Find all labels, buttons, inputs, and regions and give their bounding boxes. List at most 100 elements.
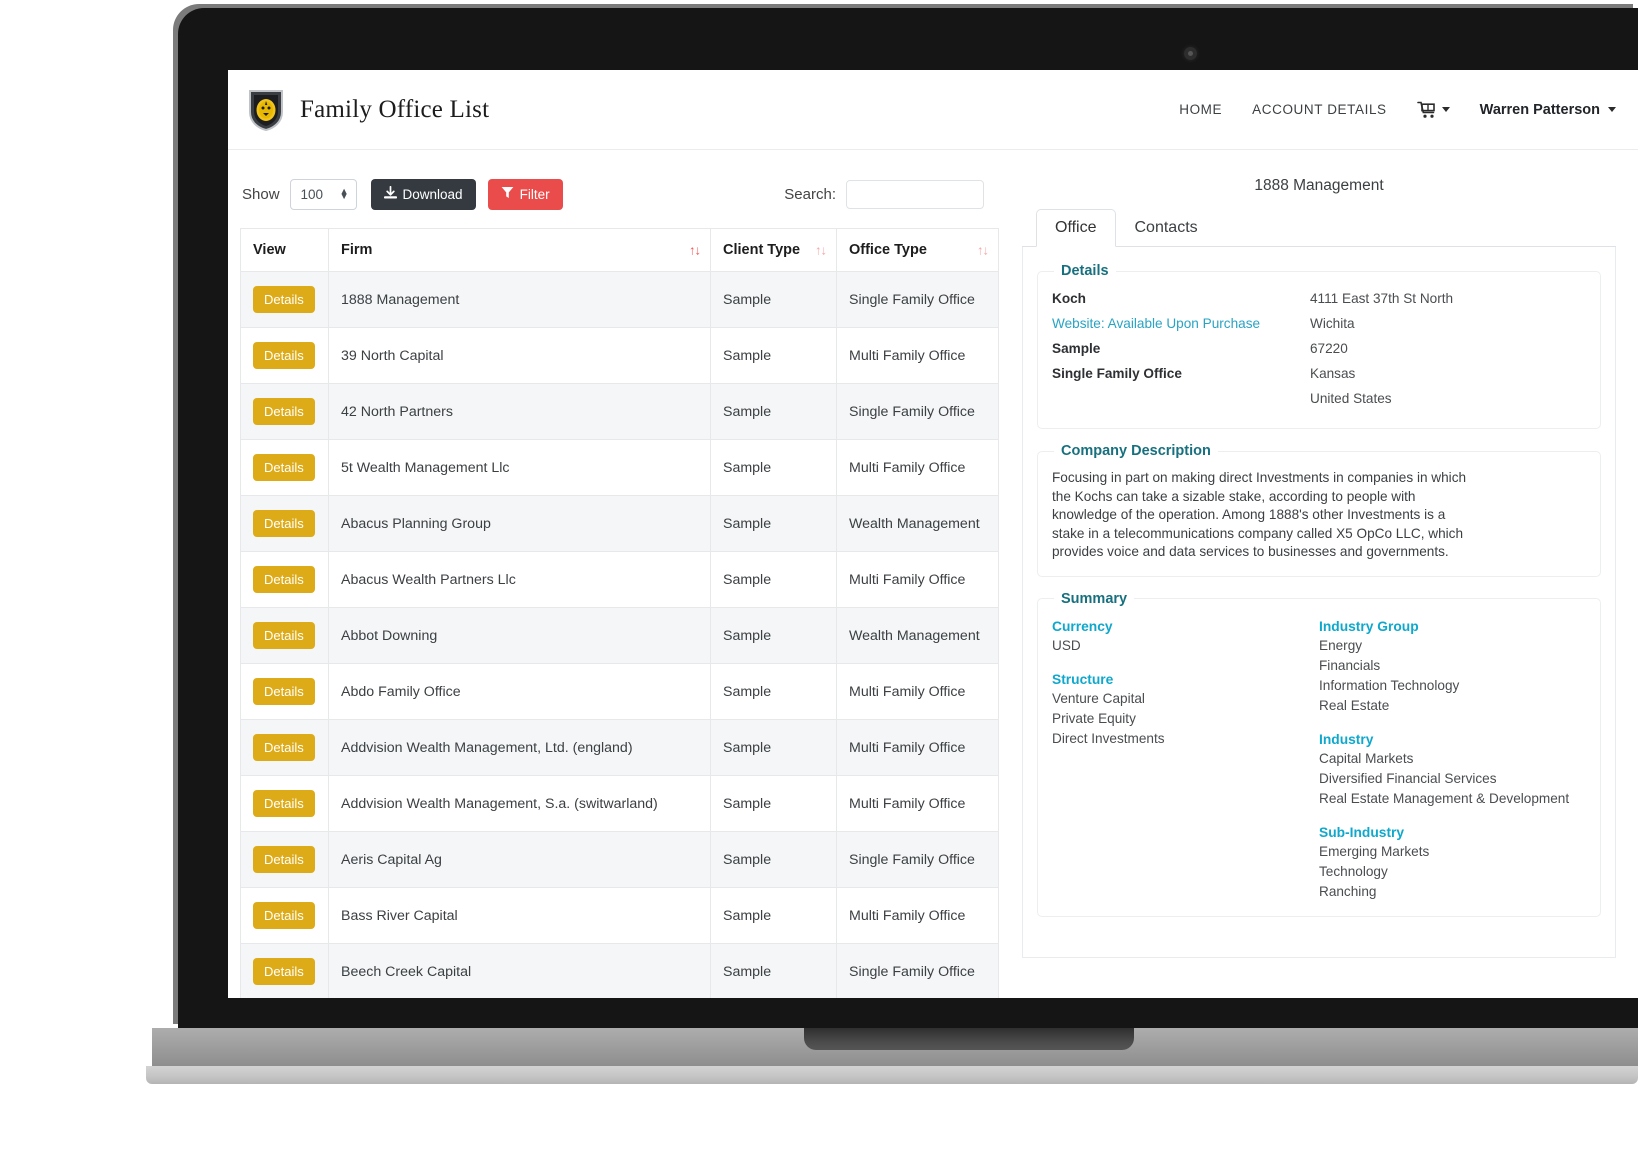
filter-button-label: Filter [519,186,550,202]
table-row[interactable]: Details Beech Creek Capital Sample Single F… [240,943,999,998]
table-row[interactable]: Details 42 North Partners Sample Single Fam… [240,383,999,440]
filter-button[interactable]: Filter [487,178,563,210]
column-header-firm[interactable]: Firm ↑↓ [328,228,711,272]
cell-firm: Abbot Downing [328,607,711,664]
cell-view: Details [240,775,329,832]
page-size-select[interactable]: 100 ▲ ▼ [289,178,357,210]
detail-address-line: Kansas [1310,366,1356,381]
column-header-client-type[interactable]: Client Type ↑↓ [710,228,837,272]
details-button[interactable]: Details [253,790,315,817]
nav-right: HOME ACCOUNT DETAILS Warren Patterson [1179,101,1616,119]
details-right-column: 4111 East 37th St North Wichita 67220 Kansa… [1310,289,1586,414]
cell-client-type: Sample [710,831,837,888]
detail-address-line: Wichita [1310,316,1355,331]
details-button[interactable]: Details [253,958,315,985]
details-button[interactable]: Details [253,734,315,761]
details-button[interactable]: Details [253,566,315,593]
cell-office-type: Single Family Office [836,271,999,328]
detail-address-line: 4111 East 37th St North [1310,291,1454,306]
cell-firm: Bass River Capital [328,887,711,944]
summary-group-item: Information Technology [1319,677,1460,693]
cell-view: Details [240,439,329,496]
summary-group-heading: Industry [1319,731,1374,747]
details-button[interactable]: Details [253,510,315,537]
detail-field: Koch [1052,291,1086,306]
cell-firm: 39 North Capital [328,327,711,384]
column-header-office-type[interactable]: Office Type ↑↓ [836,228,999,272]
cell-office-type: Single Family Office [836,831,999,888]
download-button[interactable]: Download [370,178,476,210]
sort-both-icon[interactable]: ↑↓ [977,243,989,258]
cell-client-type: Sample [710,943,837,998]
table-row[interactable]: Details Bass River Capital Sample Multi Fam… [240,887,999,944]
cell-client-type: Sample [710,719,837,776]
cell-view: Details [240,719,329,776]
table-row[interactable]: Details Abbot Downing Sample Wealth Managem… [240,607,999,664]
cell-view: Details [240,271,329,328]
table-row[interactable]: Details Addvision Wealth Management, Ltd.… [240,719,999,776]
nav-home[interactable]: HOME [1179,102,1222,117]
table-row[interactable]: Details 39 North Capital Sample Multi Famil… [240,327,999,384]
cell-client-type: Sample [710,887,837,944]
cell-client-type: Sample [710,439,837,496]
firms-table: View Firm ↑↓ Client Type ↑↓ Office Type … [240,228,999,998]
cell-view: Details [240,551,329,608]
sort-both-icon[interactable]: ↑↓ [815,243,827,258]
cell-firm: 5t Wealth Management Llc [328,439,711,496]
cell-firm: Aeris Capital Ag [328,831,711,888]
cell-client-type: Sample [710,663,837,720]
tab-contacts[interactable]: Contacts [1116,209,1217,247]
stepper-icon: ▲ ▼ [339,186,349,201]
table-row[interactable]: Details Abacus Wealth Partners Llc Sample M… [240,551,999,608]
website-link[interactable]: Website: Available Upon Purchase [1052,314,1310,334]
details-button[interactable]: Details [253,286,315,313]
cell-firm: Abacus Wealth Partners Llc [328,551,711,608]
nav-account-details[interactable]: ACCOUNT DETAILS [1252,102,1387,117]
details-button[interactable]: Details [253,454,315,481]
details-button[interactable]: Details [253,398,315,425]
cell-client-type: Sample [710,551,837,608]
details-button[interactable]: Details [253,678,315,705]
cell-client-type: Sample [710,271,837,328]
tab-office[interactable]: Office [1036,209,1116,247]
top-navbar: Family Office List HOME ACCOUNT DETAILS [228,70,1638,150]
summary-group-item: USD [1052,637,1081,653]
cart-menu[interactable] [1416,101,1450,119]
webcam-icon [1184,47,1197,60]
table-toolbar: Show 100 ▲ ▼ Download Filter Search: [240,176,1000,212]
summary-group-item: Ranching [1319,883,1377,899]
cell-firm: Abdo Family Office [328,663,711,720]
column-header-office-type-label: Office Type [849,242,927,258]
cell-office-type: Single Family Office [836,943,999,998]
laptop-foot [146,1066,1638,1084]
details-button[interactable]: Details [253,846,315,873]
detail-tabs: Office Contacts [1022,209,1616,247]
table-section: Show 100 ▲ ▼ Download Filter Search: Vie… [228,150,1000,998]
summary-group-heading: Structure [1052,671,1114,687]
brand[interactable]: Family Office List [248,88,489,132]
table-row[interactable]: Details Abdo Family Office Sample Multi Fam… [240,663,999,720]
table-row[interactable]: Details 1888 Management Sample Single Famil… [240,271,999,328]
summary-group-heading: Industry Group [1319,618,1419,634]
details-button[interactable]: Details [253,902,315,929]
user-menu[interactable]: Warren Patterson [1480,102,1616,118]
table-row[interactable]: Details Addvision Wealth Management, S.a.… [240,775,999,832]
sort-both-icon[interactable]: ↑↓ [689,243,701,258]
table-row[interactable]: Details Aeris Capital Ag Sample Single Fami… [240,831,999,888]
cell-view: Details [240,383,329,440]
table-row[interactable]: Details 5t Wealth Management Llc Sample Mul… [240,439,999,496]
summary-group-item: Venture Capital [1052,690,1145,706]
column-header-view[interactable]: View [240,228,329,272]
cell-firm: Addvision Wealth Management, S.a. (switw… [328,775,711,832]
cell-view: Details [240,327,329,384]
cell-firm: Beech Creek Capital [328,943,711,998]
search-input[interactable] [846,179,984,209]
table-row[interactable]: Details Abacus Planning Group Sample Wealth… [240,495,999,552]
cell-firm: 1888 Management [328,271,711,328]
cell-view: Details [240,495,329,552]
cell-office-type: Wealth Management [836,607,999,664]
laptop-base-notch [804,1028,1134,1050]
summary-group-item: Direct Investments [1052,730,1165,746]
details-button[interactable]: Details [253,342,315,369]
details-button[interactable]: Details [253,622,315,649]
